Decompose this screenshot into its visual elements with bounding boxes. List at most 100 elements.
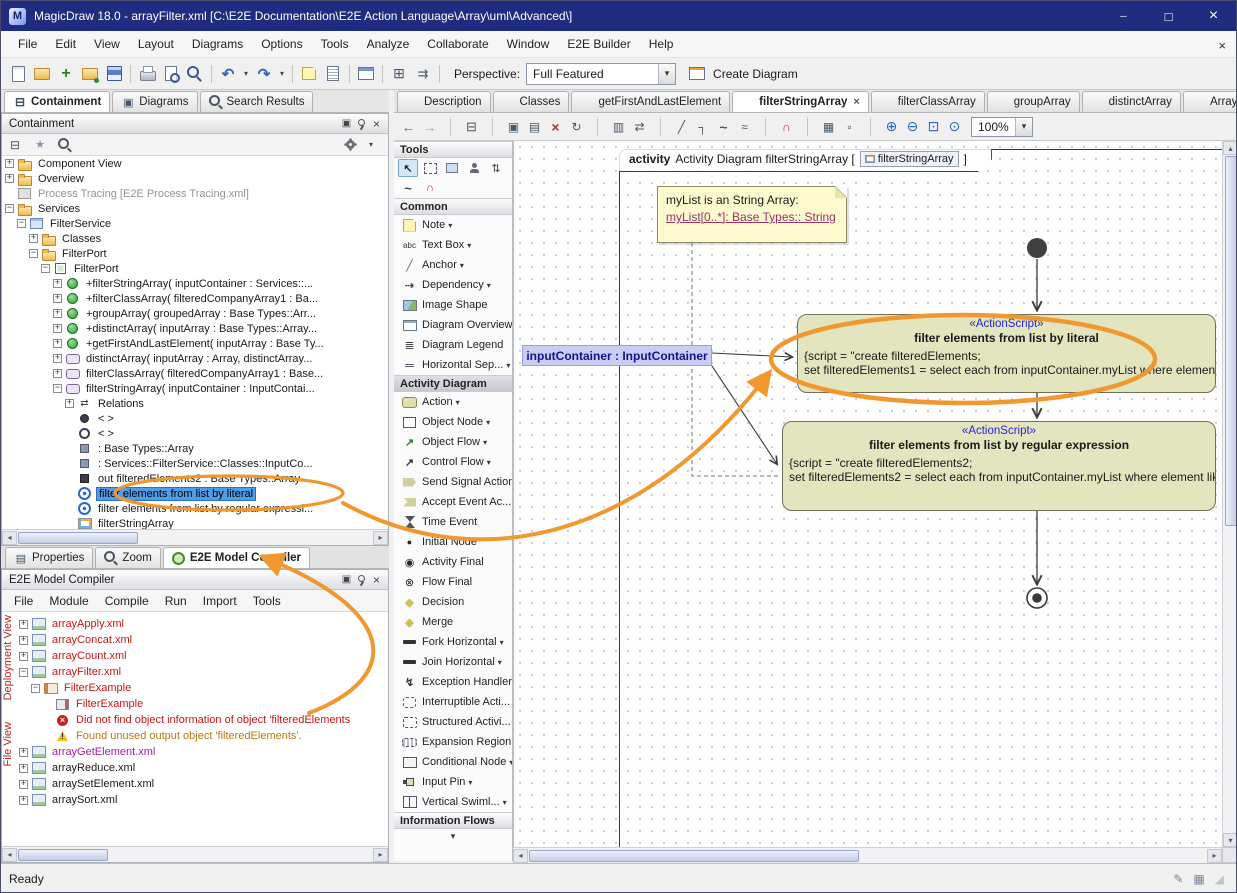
chevron-down-icon[interactable]	[467, 239, 471, 251]
line-spline-icon[interactable]	[734, 116, 755, 137]
panel-tab[interactable]: E2E Model Compiler	[163, 547, 310, 568]
tree-item[interactable]: Did not find object information of objec…	[16, 712, 388, 728]
expander-icon[interactable]: −	[19, 668, 28, 677]
expander-icon[interactable]: +	[65, 399, 74, 408]
palette-item[interactable]: Send Signal Action	[394, 472, 512, 492]
line-rectilinear-icon[interactable]	[692, 116, 713, 137]
print-icon[interactable]	[136, 63, 158, 85]
tree-item[interactable]: + filterClassArray( filteredCompanyArray…	[2, 366, 388, 381]
palette-item[interactable]: Anchor	[394, 255, 512, 275]
docked-view-tab[interactable]: File View	[2, 722, 15, 766]
copy-icon[interactable]	[503, 116, 524, 137]
align-icon[interactable]	[486, 159, 506, 177]
diagram-tab[interactable]: distinctArray	[1082, 91, 1181, 112]
scroll-left-icon[interactable]	[2, 531, 17, 545]
menu-item[interactable]: Run	[157, 591, 195, 611]
palette-item[interactable]: Text Box	[394, 235, 512, 255]
palette-item[interactable]: Input Pin	[394, 772, 512, 792]
expander-icon[interactable]: +	[19, 764, 28, 773]
palette-item[interactable]: Initial Node	[394, 532, 512, 552]
containment-tree-icon[interactable]	[461, 116, 482, 137]
palette-item[interactable]: Vertical Swiml...	[394, 792, 512, 812]
save-icon[interactable]	[103, 63, 125, 85]
tree-item[interactable]: + arrayGetElement.xml	[16, 744, 388, 760]
chevron-down-icon[interactable]	[500, 636, 504, 648]
palette-item[interactable]: Structured Activi...	[394, 712, 512, 732]
palette-item[interactable]: Join Horizontal	[394, 652, 512, 672]
chevron-down-icon[interactable]	[448, 219, 452, 231]
collapse-all-icon[interactable]	[8, 138, 22, 151]
scroll-right-icon[interactable]	[1207, 849, 1222, 863]
chevron-down-icon[interactable]	[456, 396, 460, 408]
action-filter-by-literal[interactable]: «ActionScript» filter elements from list…	[797, 314, 1216, 393]
chevron-down-icon[interactable]	[498, 656, 502, 668]
panel-tab[interactable]: Diagrams	[112, 91, 197, 112]
palette-item[interactable]: Decision	[394, 592, 512, 612]
scrollbar-thumb[interactable]	[1225, 156, 1237, 526]
diagram-tab[interactable]: groupArray	[987, 91, 1080, 112]
grid-icon[interactable]	[818, 116, 839, 137]
scroll-left-icon[interactable]	[513, 849, 528, 863]
expander-icon[interactable]: −	[5, 204, 14, 213]
expander-icon[interactable]: −	[53, 384, 62, 393]
dependency-matrix-icon[interactable]	[629, 116, 650, 137]
undo-icon[interactable]	[217, 63, 239, 85]
pin-panel-icon[interactable]	[354, 117, 369, 131]
palette-item[interactable]: Fork Horizontal	[394, 632, 512, 652]
open-icon[interactable]	[31, 63, 53, 85]
palette-item[interactable]: Merge	[394, 612, 512, 632]
tree-item[interactable]: − FilterExample	[16, 680, 388, 696]
pin-panel-icon[interactable]	[354, 573, 369, 587]
menu-item[interactable]: View	[85, 33, 129, 55]
scroll-down-icon[interactable]	[1223, 833, 1237, 847]
action-filter-by-regex[interactable]: «ActionScript» filter elements from list…	[782, 421, 1216, 511]
palette-item[interactable]: Flow Final	[394, 572, 512, 592]
chevron-down-icon[interactable]	[487, 456, 491, 468]
expander-icon[interactable]: −	[31, 684, 40, 693]
tree-item[interactable]: + arrayCount.xml	[16, 648, 388, 664]
tree-item[interactable]: + arraySort.xml	[16, 792, 388, 808]
palette-item[interactable]: Object Flow	[394, 432, 512, 452]
menu-item[interactable]: Window	[498, 33, 559, 55]
float-panel-icon[interactable]	[339, 573, 354, 587]
magnet2-icon[interactable]	[420, 179, 440, 197]
expander-icon[interactable]: +	[53, 279, 62, 288]
chevron-down-icon[interactable]	[506, 359, 510, 371]
menu-item[interactable]: E2E Builder	[558, 33, 639, 55]
palette-item[interactable]: Action	[394, 392, 512, 412]
menu-item[interactable]: Diagrams	[183, 33, 252, 55]
expander-icon[interactable]: +	[19, 748, 28, 757]
palette-item[interactable]: Expansion Region	[394, 732, 512, 752]
expander-icon[interactable]: −	[41, 264, 50, 273]
chevron-down-icon[interactable]	[460, 259, 464, 271]
line-oblique-icon[interactable]	[671, 116, 692, 137]
swimlane-icon[interactable]	[608, 116, 629, 137]
new-plus-icon[interactable]	[55, 63, 77, 85]
close-document-icon[interactable]	[1218, 38, 1226, 53]
compiler-hscrollbar[interactable]	[2, 846, 388, 862]
tree-item[interactable]: + distinctArray( inputArray : Array, dis…	[2, 351, 388, 366]
canvas-vscrollbar[interactable]	[1222, 141, 1237, 847]
resize-grip-icon[interactable]	[1215, 872, 1224, 886]
scroll-right-icon[interactable]	[373, 848, 388, 862]
zoom-select[interactable]: 100%	[971, 117, 1033, 137]
publish-icon[interactable]	[355, 63, 377, 85]
tree-item[interactable]: filter elements from list by regular exp…	[2, 501, 388, 516]
menu-item[interactable]: Tools	[245, 591, 289, 611]
canvas-hscrollbar[interactable]	[513, 847, 1222, 863]
palette-section-activity[interactable]: Activity Diagram	[394, 375, 512, 392]
expander-icon[interactable]: +	[19, 636, 28, 645]
frame-reference[interactable]: filterStringArray	[860, 151, 959, 167]
tree-item[interactable]: filter elements from list by literal	[2, 486, 388, 501]
tree-item[interactable]: + arraySetElement.xml	[16, 776, 388, 792]
tree-item[interactable]: < >	[2, 426, 388, 441]
line-bezier-icon[interactable]	[713, 116, 734, 137]
note-link-text[interactable]: myList[0..*]: Base Types:: String	[666, 210, 838, 224]
scroll-right-icon[interactable]	[373, 531, 388, 545]
palette-item[interactable]: Activity Final	[394, 552, 512, 572]
expander-icon[interactable]: +	[5, 159, 14, 168]
expander-icon[interactable]: +	[5, 174, 14, 183]
tree-item[interactable]: + +getFirstAndLastElement( inputArray : …	[2, 336, 388, 351]
create-diagram-button[interactable]: Create Diagram	[713, 67, 798, 81]
tree-item[interactable]: + +groupArray( groupedArray : Base Types…	[2, 306, 388, 321]
